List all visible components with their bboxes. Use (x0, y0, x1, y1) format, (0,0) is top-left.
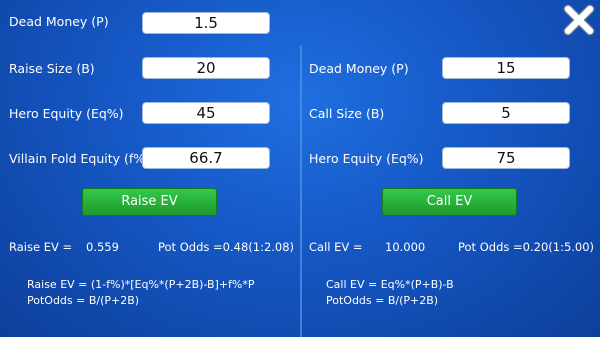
call-ev-result-value: 10.000 (385, 240, 426, 254)
raise-ev-formula: Raise EV = (1-f%)*[Eq%*(P+2B)-B]+f%*P (27, 278, 255, 291)
dead-money-label-right: Dead Money (P) (309, 61, 409, 76)
fold-equity-label: Villain Fold Equity (f%) (9, 151, 151, 166)
dead-money-label-left: Dead Money (P) (9, 14, 109, 29)
raise-size-label: Raise Size (B) (9, 61, 95, 76)
raise-ev-result-label: Raise EV = (9, 240, 73, 254)
hero-equity-label-left: Hero Equity (Eq%) (9, 106, 124, 121)
raise-pot-odds: Pot Odds =0.48(1:2.08) (158, 240, 295, 254)
hero-equity-input-right[interactable]: 75 (442, 147, 570, 169)
call-ev-result-label: Call EV = (309, 240, 363, 254)
call-pot-odds-formula: PotOdds = B/(P+2B) (326, 294, 439, 307)
raise-ev-button[interactable]: Raise EV (82, 188, 217, 216)
close-icon[interactable] (561, 2, 597, 38)
raise-pot-odds-formula: PotOdds = B/(P+2B) (27, 294, 140, 307)
hero-equity-input-left[interactable]: 45 (142, 102, 270, 124)
call-size-label: Call Size (B) (309, 106, 385, 121)
call-ev-formula: Call EV = Eq%*(P+B)-B (326, 278, 454, 291)
panel-divider (300, 45, 302, 337)
dead-money-input-right[interactable]: 15 (442, 57, 570, 79)
call-size-input[interactable]: 5 (442, 102, 570, 124)
call-pot-odds: Pot Odds =0.20(1:5.00) (458, 240, 595, 254)
dead-money-input-left[interactable]: 1.5 (142, 12, 270, 34)
raise-size-input[interactable]: 20 (142, 57, 270, 79)
call-ev-button[interactable]: Call EV (382, 188, 517, 216)
raise-ev-result-value: 0.559 (86, 240, 119, 254)
hero-equity-label-right: Hero Equity (Eq%) (309, 151, 424, 166)
fold-equity-input[interactable]: 66.7 (142, 147, 270, 169)
